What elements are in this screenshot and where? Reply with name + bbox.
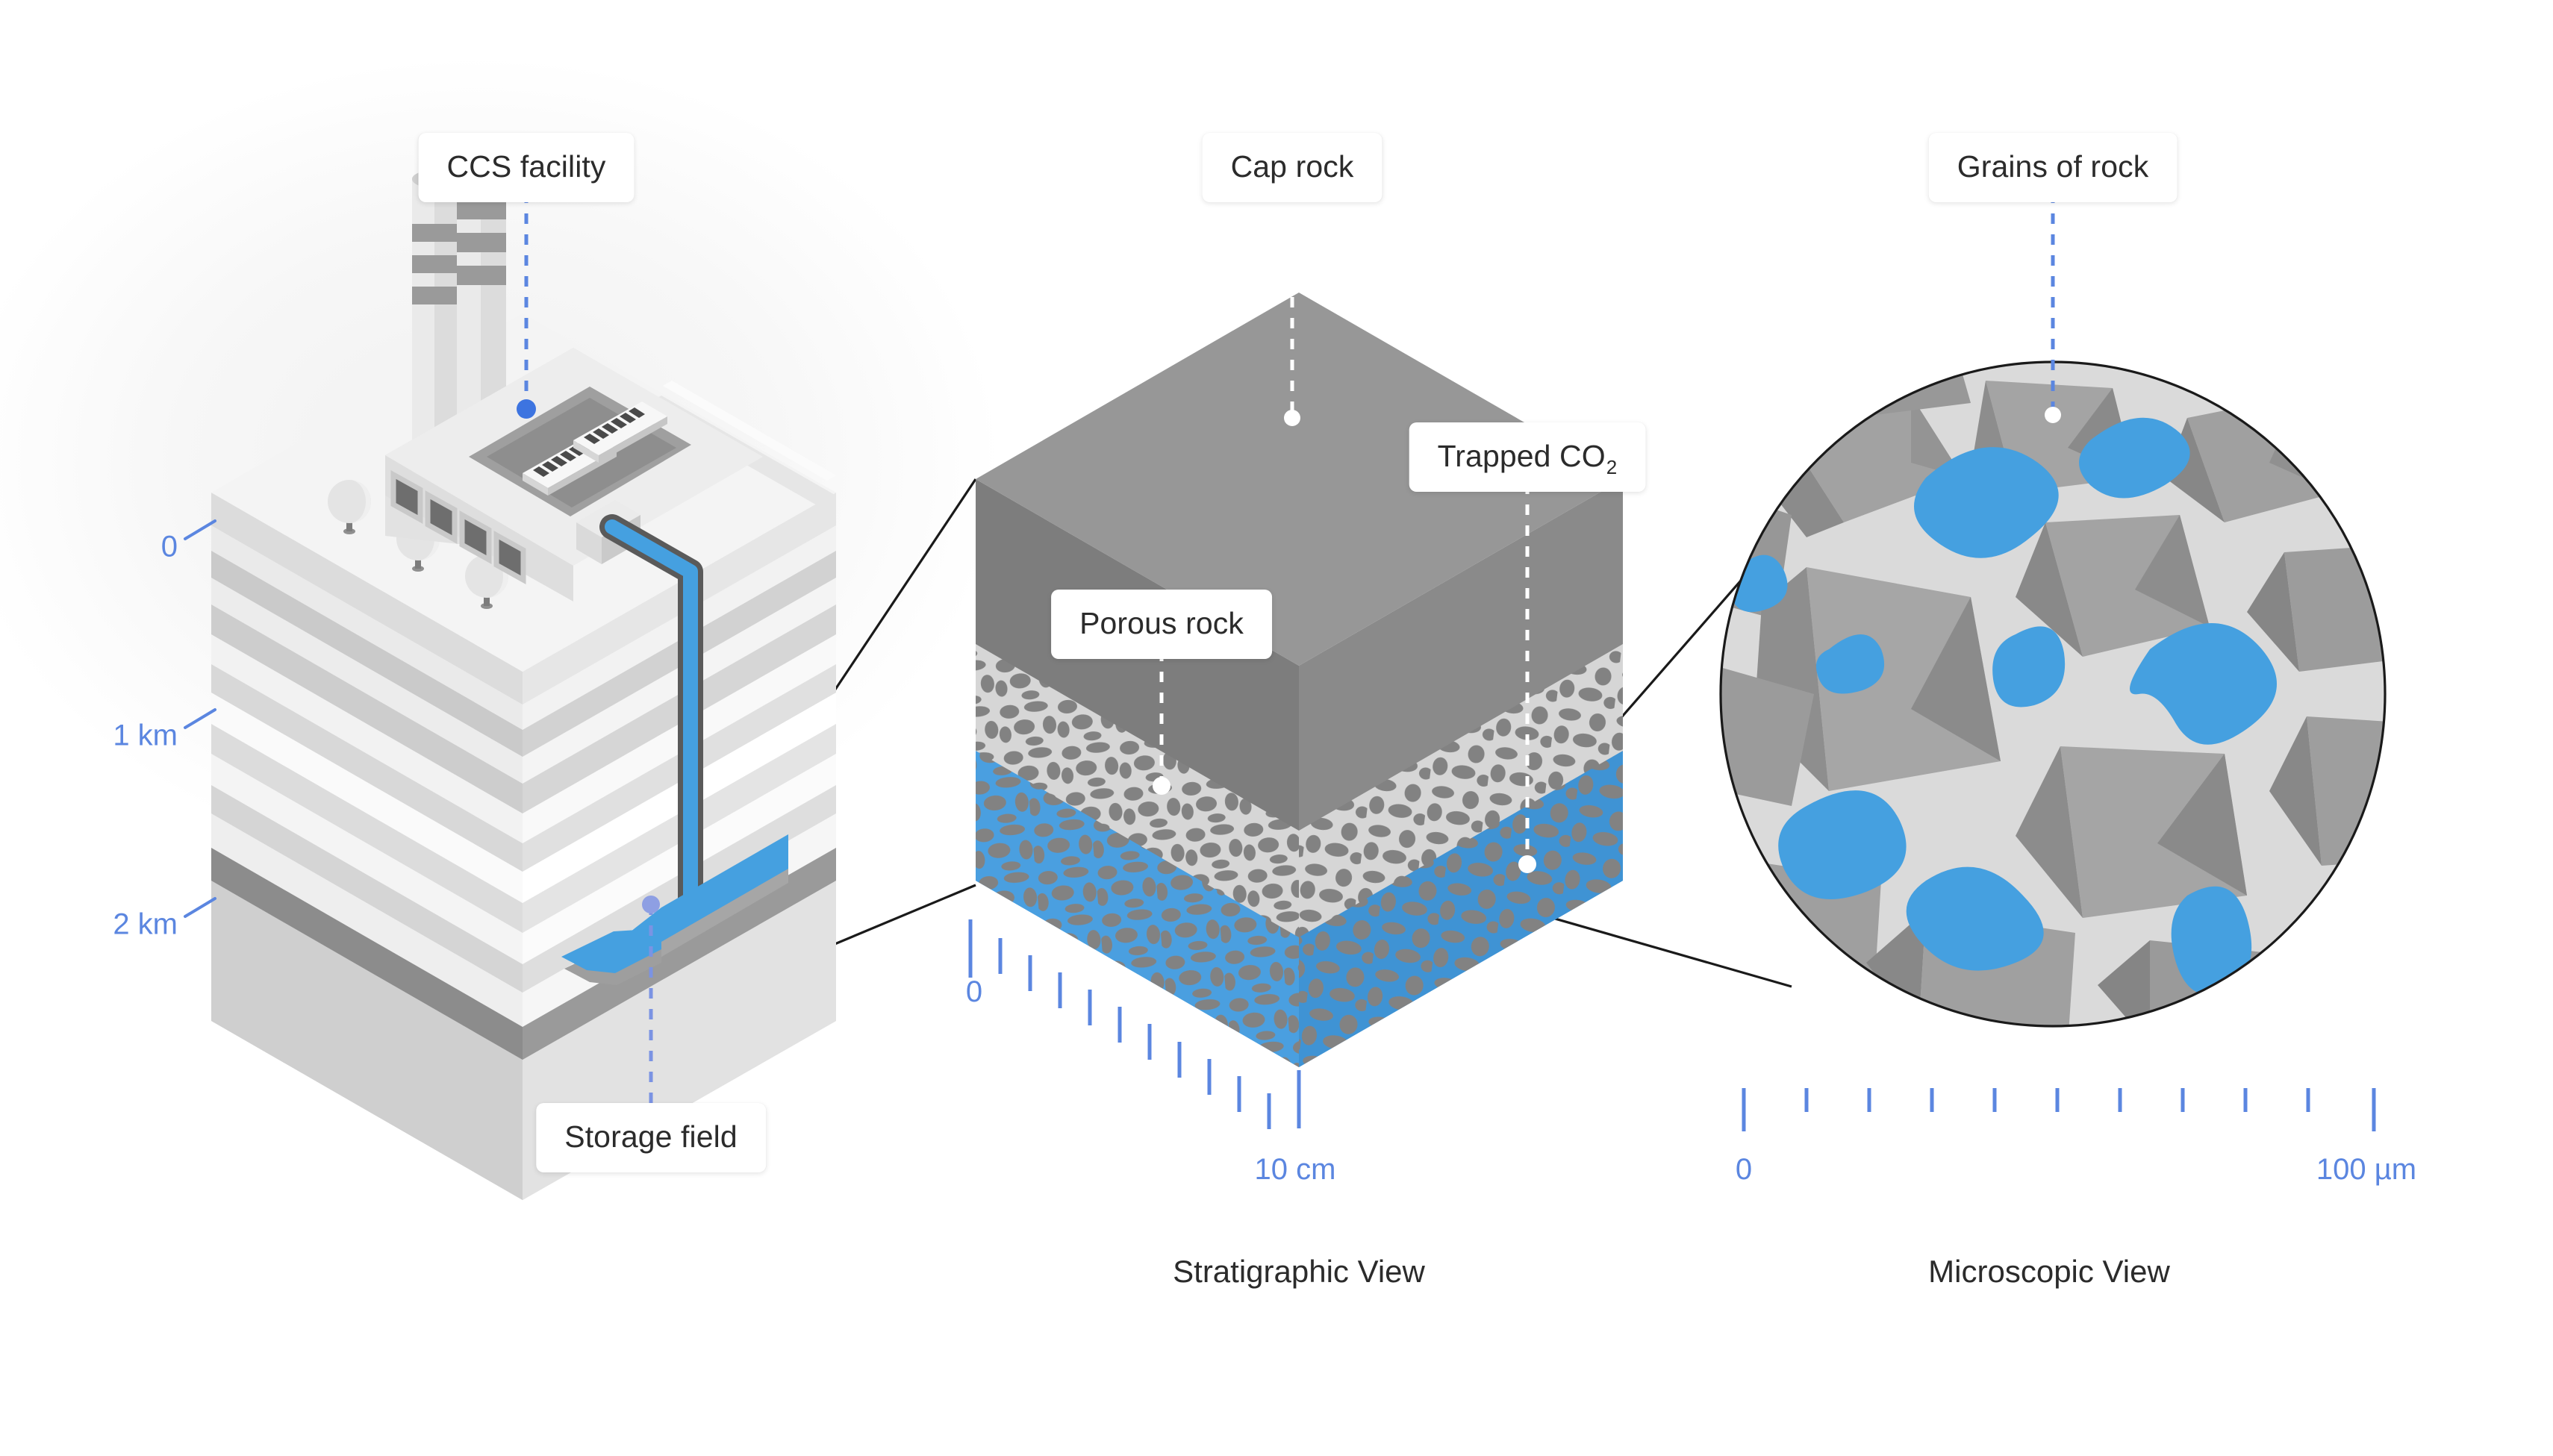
dot-grains-of-rock	[2045, 407, 2061, 423]
dot-porous-rock	[1153, 777, 1170, 795]
illustration-canvas	[184, 143, 2387, 1200]
depth-label-text: 2 km	[113, 907, 178, 941]
depth-label-text: 0	[160, 530, 178, 563]
ccs-diagram: CCS facility Cap rock Grains of rock Sto…	[0, 0, 2553, 1456]
depth-label-text: 1 km	[113, 719, 178, 752]
depth-label-1km: 1 km	[113, 719, 178, 753]
callout-grains-of-rock[interactable]: Grains of rock	[1928, 133, 2178, 202]
depth-axis-ticks	[184, 519, 216, 918]
depth-tick-2km	[184, 897, 216, 918]
dot-cap-rock	[1284, 410, 1300, 426]
callout-label: Cap rock	[1230, 149, 1354, 184]
callout-label: CCS facility	[446, 149, 606, 184]
ruler-label-text: 0	[965, 975, 983, 1008]
caption-microscopic-view: Microscopic View	[1928, 1254, 2170, 1290]
caption-text: Stratigraphic View	[1173, 1254, 1425, 1289]
caption-stratigraphic-view: Stratigraphic View	[1173, 1254, 1425, 1290]
depth-tick-0	[184, 519, 216, 540]
callout-cap-rock[interactable]: Cap rock	[1202, 133, 1383, 202]
depth-tick-1km	[184, 708, 216, 729]
depth-label-0: 0	[161, 531, 178, 564]
ruler-label-text: 0	[1735, 1153, 1753, 1186]
dot-trapped-co2	[1518, 855, 1536, 873]
callout-label-subscript: 2	[1606, 456, 1618, 478]
ruler-label-text: 10 cm	[1254, 1153, 1336, 1186]
stratigraphic-ruler-end-label: 10 cm	[1255, 1153, 1336, 1187]
dot-ccs-facility	[517, 399, 536, 419]
depth-label-2km: 2 km	[113, 908, 178, 942]
callout-trapped-co2[interactable]: Trapped CO2	[1409, 422, 1646, 492]
callout-porous-rock[interactable]: Porous rock	[1051, 590, 1272, 659]
dot-storage-field	[642, 896, 660, 913]
microscopic-view-circle	[1719, 360, 2387, 1028]
chimney-short	[412, 170, 457, 454]
caption-text: Microscopic View	[1928, 1254, 2170, 1289]
ruler-label-text: 100 µm	[2316, 1153, 2417, 1186]
callout-label: Storage field	[564, 1119, 738, 1154]
stratigraphic-ruler-start-label: 0	[966, 975, 982, 1009]
callout-ccs-facility[interactable]: CCS facility	[418, 133, 635, 202]
microscopic-ruler-end-label: 100 µm	[2316, 1153, 2416, 1187]
callout-storage-field[interactable]: Storage field	[536, 1103, 766, 1172]
microscopic-ruler	[1742, 1088, 2376, 1131]
callout-label: Porous rock	[1079, 606, 1244, 640]
surface-block	[211, 143, 836, 1200]
callout-label: Trapped CO	[1437, 439, 1606, 473]
microscopic-ruler-start-label: 0	[1736, 1153, 1752, 1187]
callout-label: Grains of rock	[1957, 149, 2149, 184]
